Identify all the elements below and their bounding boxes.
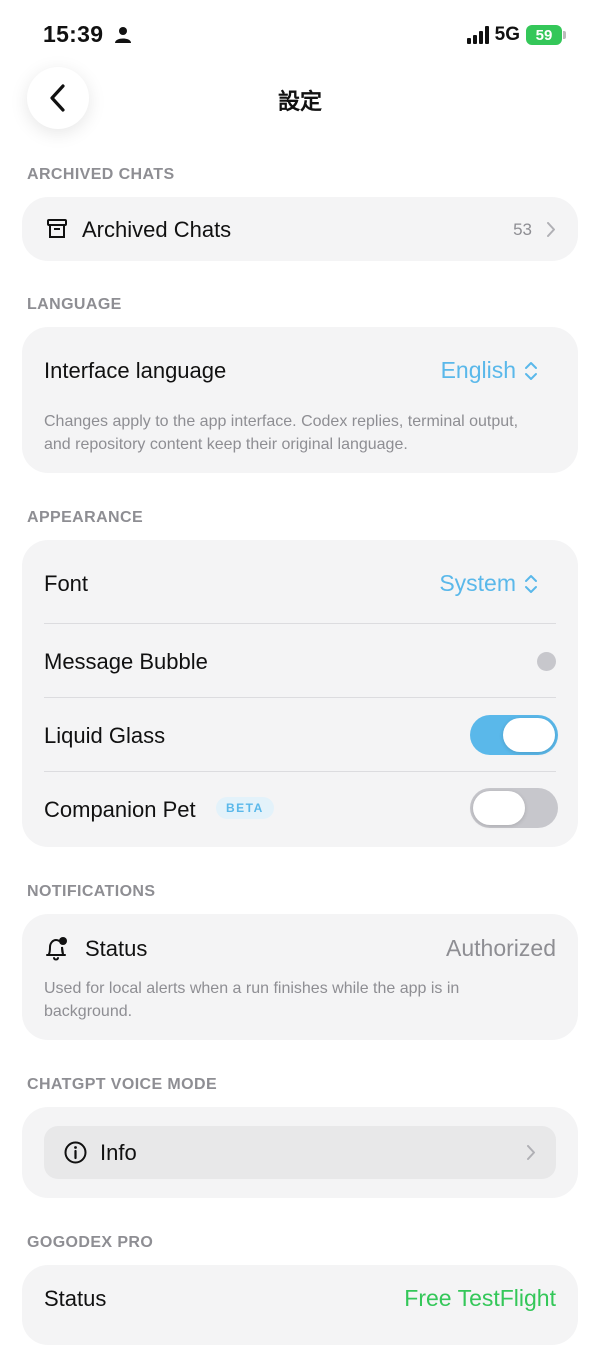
section-header-voice: CHATGPT VOICE MODE bbox=[27, 1076, 218, 1093]
divider bbox=[44, 623, 556, 624]
signal-bars-icon bbox=[466, 26, 489, 44]
interface-language-label: Interface language bbox=[44, 358, 227, 383]
divider bbox=[44, 697, 556, 698]
pro-status-value: Free TestFlight bbox=[404, 1285, 556, 1311]
archived-chats-row[interactable]: Archived Chats 53 bbox=[22, 197, 578, 261]
archive-box-icon bbox=[47, 219, 67, 238]
companion-pet-label: Companion Pet bbox=[44, 797, 196, 822]
beta-badge: BETA bbox=[216, 797, 274, 819]
bell-badge-icon bbox=[46, 937, 67, 961]
network-type: 5G bbox=[494, 24, 520, 45]
archived-chats-label: Archived Chats bbox=[82, 217, 232, 242]
section-header-archived: ARCHIVED CHATS bbox=[27, 166, 175, 183]
voice-card: Info bbox=[22, 1107, 578, 1198]
battery-icon: 59 bbox=[526, 25, 566, 45]
language-card: Interface language English Changes apply… bbox=[22, 327, 578, 473]
language-value: English bbox=[440, 357, 516, 383]
divider bbox=[44, 771, 556, 772]
appearance-card: Font System Message Bubble Liquid Glass … bbox=[22, 540, 578, 847]
section-header-pro: GOGODEX PRO bbox=[27, 1234, 154, 1251]
status-time: 15:39 bbox=[43, 21, 104, 47]
battery-level: 59 bbox=[535, 26, 553, 44]
info-circle-icon bbox=[64, 1141, 87, 1164]
chevron-right-icon bbox=[547, 222, 555, 237]
chevron-right-icon bbox=[527, 1145, 535, 1160]
language-picker[interactable]: English bbox=[441, 357, 538, 384]
chevron-updown-icon bbox=[525, 574, 537, 593]
font-label: Font bbox=[44, 571, 89, 596]
status-bar: 15:39 5G 59 bbox=[0, 0, 600, 70]
notification-status-value: Authorized bbox=[446, 935, 556, 961]
notifications-description: Used for local alerts when a run finishe… bbox=[44, 980, 460, 1020]
font-picker[interactable]: System bbox=[439, 570, 538, 597]
chevron-updown-icon bbox=[525, 361, 537, 380]
section-header-language: LANGUAGE bbox=[27, 296, 122, 313]
section-header-notifications: NOTIFICATIONS bbox=[27, 883, 156, 900]
notifications-card: Status Authorized Used for local alerts … bbox=[22, 914, 578, 1040]
language-description: Changes apply to the app interface. Code… bbox=[44, 413, 519, 453]
status-right: 5G 59 bbox=[466, 24, 566, 46]
font-value: System bbox=[439, 570, 516, 596]
info-row[interactable]: Info bbox=[44, 1126, 556, 1179]
notification-status-label: Status bbox=[85, 936, 148, 961]
page-title: 設定 bbox=[277, 89, 322, 114]
liquid-glass-label: Liquid Glass bbox=[44, 723, 166, 748]
archived-count: 53 bbox=[513, 220, 532, 239]
message-bubble-label: Message Bubble bbox=[44, 649, 208, 674]
pro-card: Status Free TestFlight bbox=[22, 1265, 578, 1345]
message-bubble-indicator[interactable] bbox=[537, 652, 556, 671]
companion-pet-toggle[interactable] bbox=[470, 788, 558, 828]
info-label: Info bbox=[100, 1140, 137, 1165]
person-icon bbox=[115, 27, 131, 43]
liquid-glass-toggle[interactable] bbox=[470, 715, 558, 755]
pro-status-label: Status bbox=[44, 1286, 107, 1311]
section-header-appearance: APPEARANCE bbox=[27, 509, 144, 526]
